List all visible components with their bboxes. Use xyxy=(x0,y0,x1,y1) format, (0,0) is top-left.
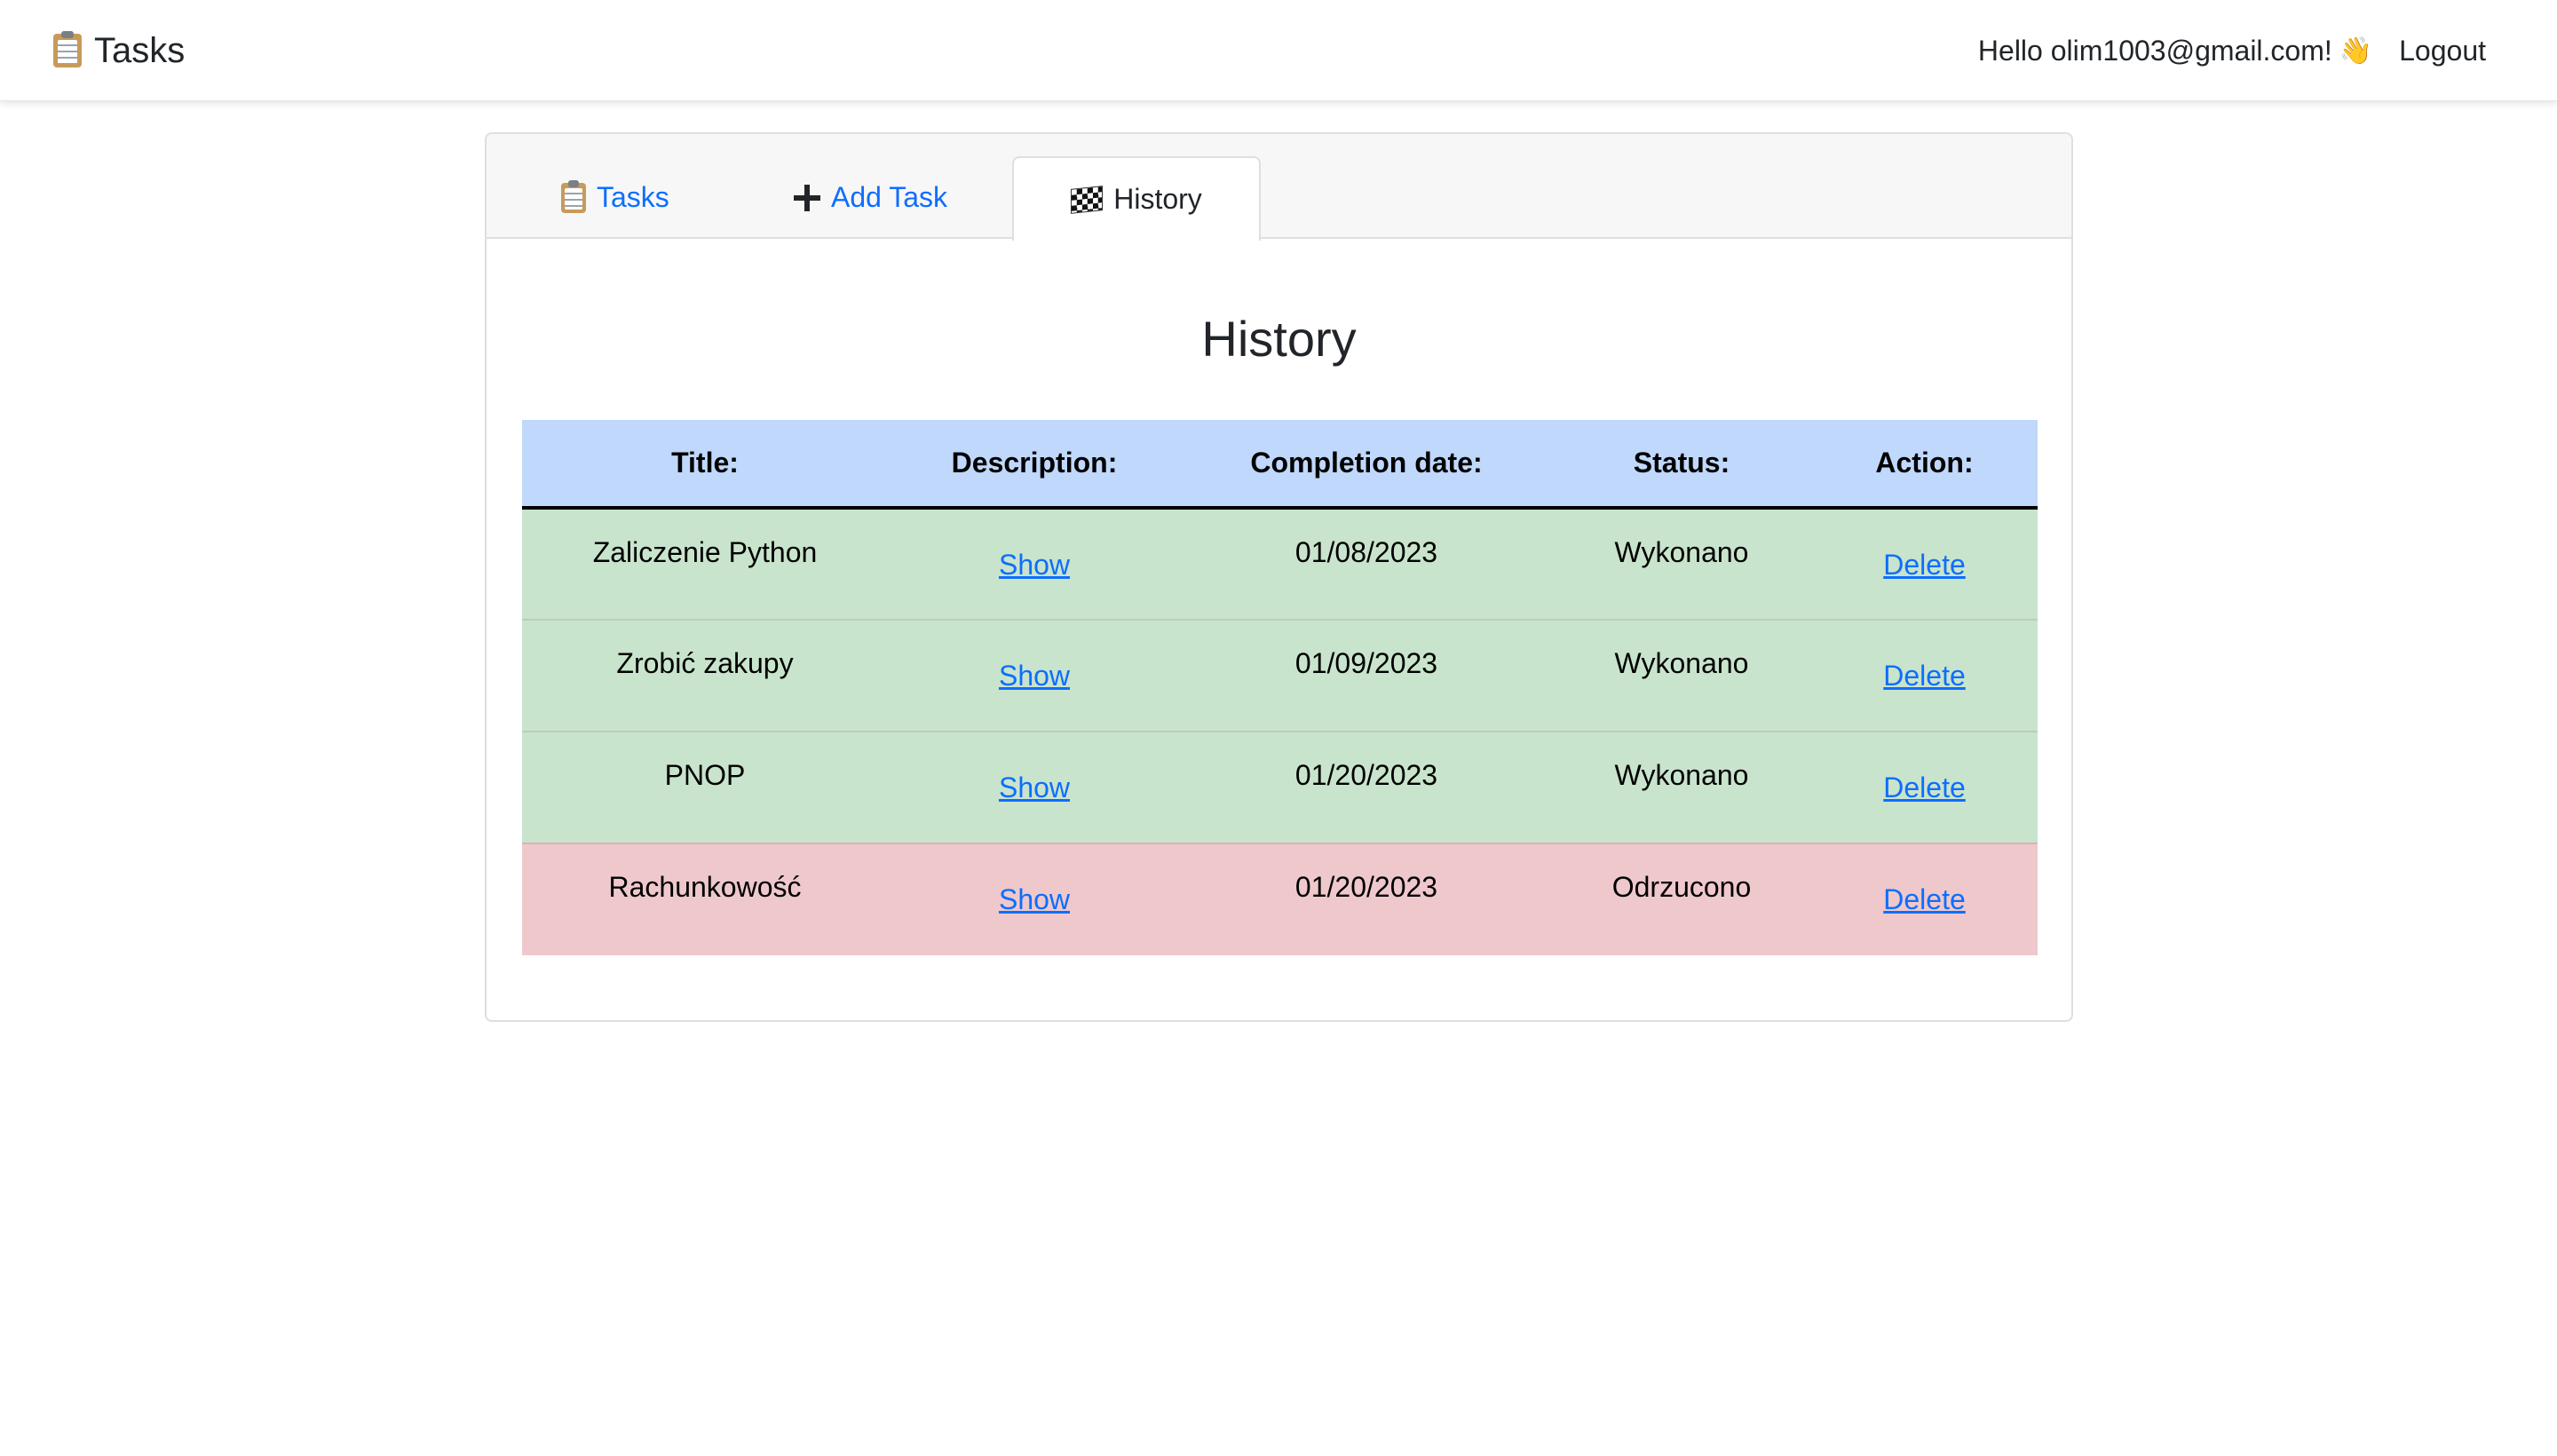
task-status: Wykonano xyxy=(1614,536,1749,568)
delete-link[interactable]: Delete xyxy=(1883,772,1966,804)
logout-link[interactable]: Logout xyxy=(2399,35,2486,67)
history-table: Title: Description: Completion date: Sta… xyxy=(522,420,2038,955)
column-header-description: Description: xyxy=(888,420,1181,510)
delete-link[interactable]: Delete xyxy=(1883,549,1966,582)
delete-link[interactable]: Delete xyxy=(1883,883,1966,916)
navbar-brand[interactable]: Tasks xyxy=(53,25,185,76)
table-row: Zrobić zakupy Show 01/09/2023 Wykonano D… xyxy=(522,619,2038,732)
column-header-completion-date: Completion date: xyxy=(1181,420,1552,510)
plus-icon xyxy=(794,184,820,211)
task-status: Wykonano xyxy=(1552,619,1811,732)
user-greeting: Hello olim1003@gmail.com! 👋 xyxy=(1978,35,2372,67)
tab-tasks[interactable]: Tasks xyxy=(561,156,669,239)
brand-label: Tasks xyxy=(94,30,186,70)
table-row: PNOP Show 01/20/2023 Wykonano Delete xyxy=(522,731,2038,843)
show-description-link[interactable]: Show xyxy=(999,772,1070,804)
navbar: Tasks Hello olim1003@gmail.com! 👋 Logout xyxy=(0,0,2557,101)
task-title: PNOP xyxy=(522,731,888,843)
greeting-text: Hello olim1003@gmail.com! xyxy=(1977,34,2332,67)
column-header-status: Status: xyxy=(1552,420,1811,510)
clipboard-icon xyxy=(561,179,586,213)
tab-history[interactable]: History xyxy=(1012,156,1261,241)
column-header-action: Action: xyxy=(1811,420,2038,510)
checkered-flag-icon xyxy=(1071,185,1104,214)
task-status: Odrzucono xyxy=(1552,843,1811,955)
show-description-link[interactable]: Show xyxy=(999,883,1070,916)
clipboard-icon xyxy=(53,31,82,67)
description-cell: Show xyxy=(888,508,1181,620)
waving-hand-icon: 👋 xyxy=(2339,36,2373,66)
history-card: Tasks Add Task History History Title: De… xyxy=(485,132,2073,1022)
completion-date: 01/09/2023 xyxy=(1181,619,1552,732)
column-header-title: Title: xyxy=(522,420,888,510)
tab-label: History xyxy=(1113,183,1202,215)
action-cell: Delete xyxy=(1811,843,2038,955)
table-header-row: Title: Description: Completion date: Sta… xyxy=(522,420,2038,510)
card-tabs: Tasks Add Task History xyxy=(487,134,2071,241)
action-cell: Delete xyxy=(1811,619,2038,732)
task-title: Zrobić zakupy xyxy=(522,619,888,732)
table-row: Zaliczenie Python Show 01/08/2023 Wykona… xyxy=(522,508,2038,620)
completion-date: 01/20/2023 xyxy=(1181,731,1552,843)
description-cell: Show xyxy=(888,731,1181,843)
navbar-right: Hello olim1003@gmail.com! 👋 Logout xyxy=(1978,25,2486,76)
description-cell: Show xyxy=(888,619,1181,732)
task-title: Rachunkowość xyxy=(522,843,888,955)
description-cell: Show xyxy=(888,843,1181,955)
completion-date: 01/08/2023 xyxy=(1294,536,1438,568)
page-title: History xyxy=(1201,311,1357,367)
action-cell: Delete xyxy=(1811,731,2038,843)
table-row: Rachunkowość Show 01/20/2023 Odrzucono D… xyxy=(522,843,2038,955)
show-description-link[interactable]: Show xyxy=(999,549,1070,582)
action-cell: Delete xyxy=(1811,508,2038,620)
task-title: Zaliczenie Python xyxy=(592,536,818,568)
delete-link[interactable]: Delete xyxy=(1883,660,1966,692)
tab-add-task[interactable]: Add Task xyxy=(794,156,947,239)
task-status: Wykonano xyxy=(1552,731,1811,843)
show-description-link[interactable]: Show xyxy=(999,660,1070,692)
tab-label: Add Task xyxy=(831,181,948,213)
tab-label: Tasks xyxy=(597,181,669,213)
completion-date: 01/20/2023 xyxy=(1181,843,1552,955)
